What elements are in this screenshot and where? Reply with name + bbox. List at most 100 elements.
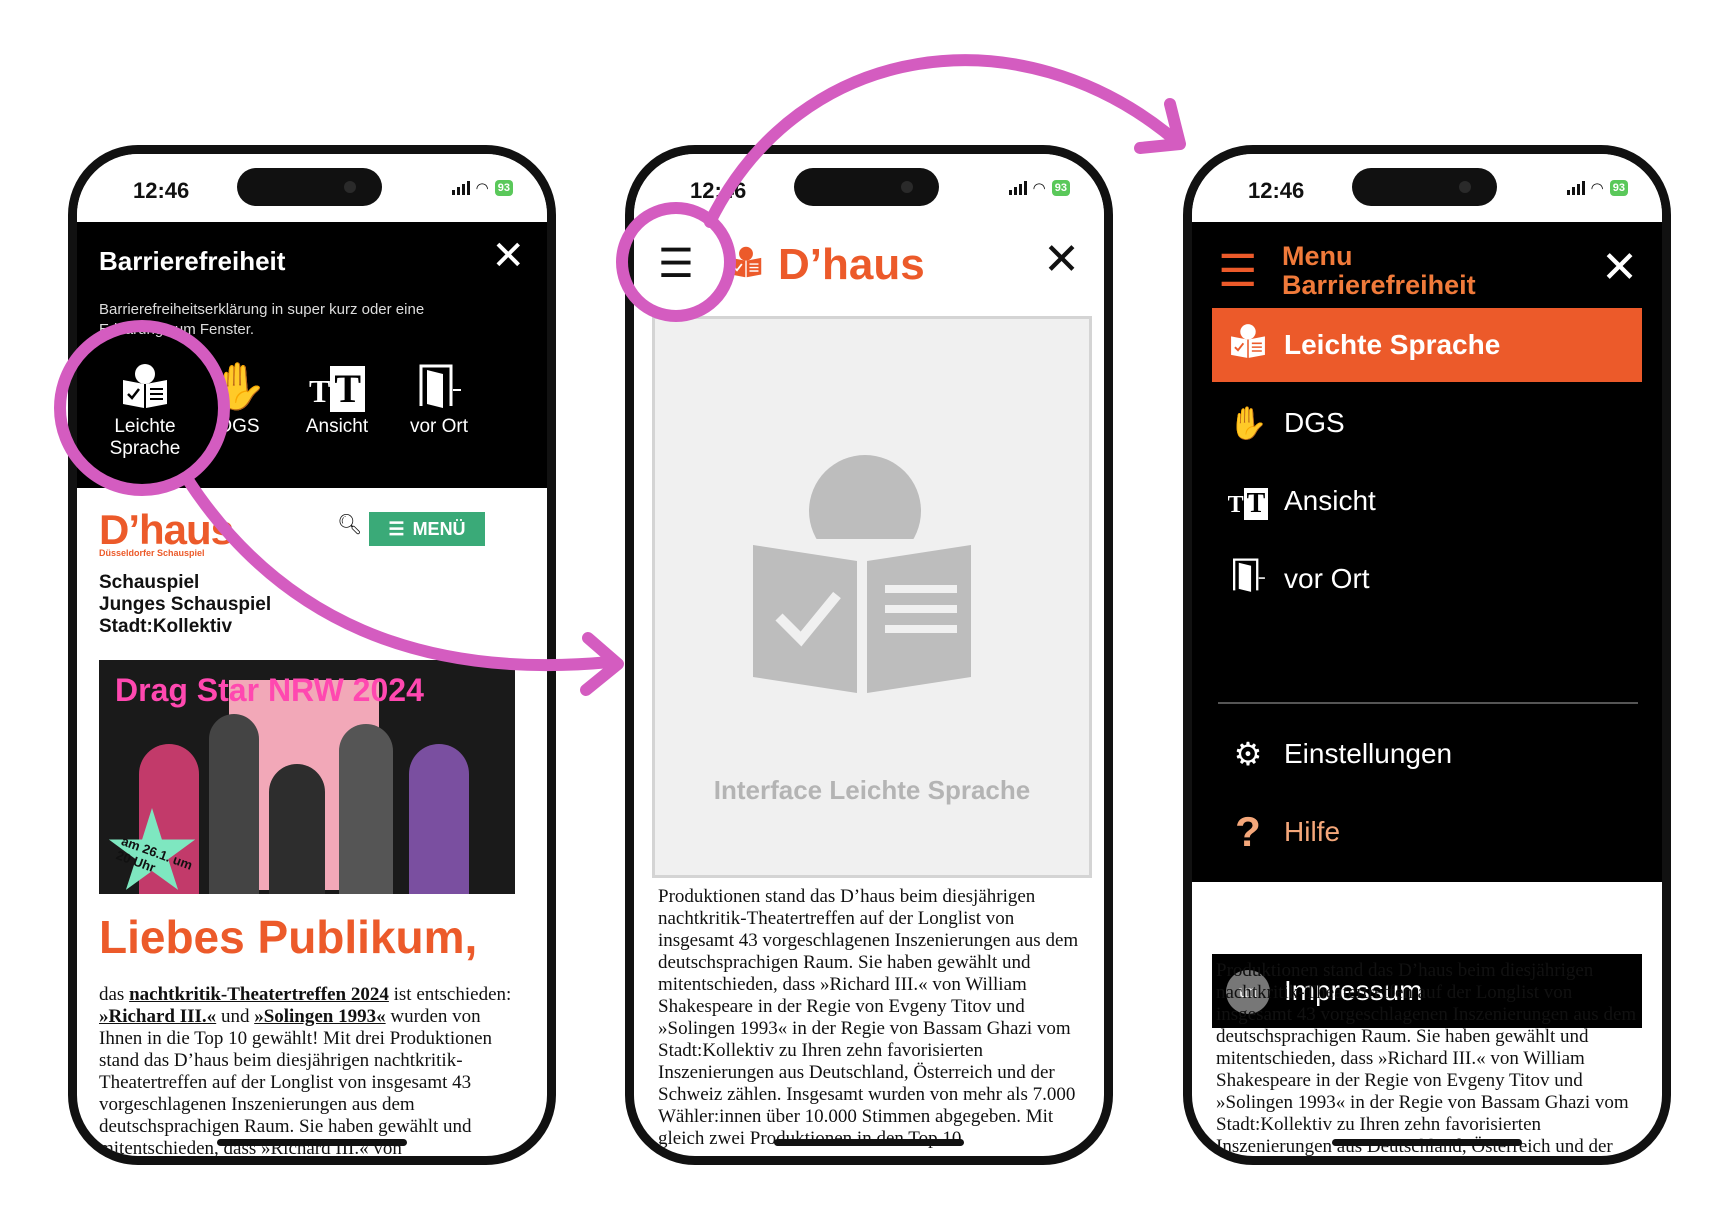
placeholder-caption: Interface Leichte Sprache — [713, 775, 1031, 805]
accessibility-menu: ☰ Menu Barrierefreiheit ✕ Leichte Sprach… — [1192, 222, 1662, 882]
easy-language-icon — [99, 360, 191, 416]
battery-icon: 93 — [1051, 180, 1070, 196]
panel-description: Barrierefreiheitserklärung in super kurz… — [99, 301, 425, 338]
phone-accessibility-menu: 12:46 ◠ 93 ☰ Menu Barrierefreiheit ✕ Lei… — [1183, 145, 1671, 1165]
close-icon[interactable]: ✕ — [1043, 238, 1080, 282]
text-size-icon: TT — [291, 360, 383, 416]
menu-item-label: DGS — [1284, 407, 1345, 438]
battery-icon: 93 — [494, 180, 513, 196]
menu-item-ansicht[interactable]: TT Ansicht — [1212, 464, 1642, 538]
menu-divider — [1218, 702, 1638, 704]
door-icon — [1212, 555, 1284, 603]
page-header: ☰ D’haus ✕ — [634, 222, 1104, 312]
battery-icon: 93 — [1609, 180, 1628, 196]
wifi-icon: ◠ — [475, 179, 489, 197]
close-icon[interactable]: ✕ — [491, 236, 525, 276]
dynamic-island — [794, 168, 939, 206]
link-solingen[interactable]: »Solingen 1993« — [254, 1006, 385, 1027]
easy-language-icon — [1212, 321, 1284, 369]
phone-accessibility-overlay: 12:46 ◠ 93 Barrierefreiheit ✕ Barrierefr… — [68, 145, 556, 1165]
leichte-sprache-placeholder: Interface Leichte Sprache — [652, 316, 1092, 878]
option-ansicht[interactable]: TT Ansicht — [291, 360, 383, 438]
easy-language-icon — [728, 244, 764, 289]
menu-button[interactable]: ☰ MENÜ — [369, 512, 485, 546]
option-label: Ansicht — [305, 416, 369, 437]
article-body: Produktionen stand das D’haus beim diesj… — [1216, 960, 1637, 1157]
sign-language-icon: ✋ — [210, 360, 268, 412]
menu-item-label: Hilfe — [1284, 816, 1341, 847]
link-nachtkritik[interactable]: nachtkritik-Theatertreffen 2024 — [129, 984, 389, 1005]
menu-item-hilfe[interactable]: ? Hilfe — [1212, 795, 1642, 869]
arrow-head — [580, 632, 624, 696]
menu-item-dgs[interactable]: ✋ DGS — [1212, 386, 1642, 460]
body-text: wurden von Ihnen in die Top 10 gewählt! … — [99, 1006, 493, 1159]
site-logo-subtitle: Düsseldorfer Schauspiel — [99, 548, 205, 558]
body-text: und — [216, 1006, 255, 1027]
status-bar: 12:46 ◠ 93 — [634, 154, 1104, 222]
link-richard[interactable]: »Richard III.« — [99, 1006, 216, 1027]
menu-item-label: vor Ort — [1284, 563, 1370, 594]
option-leichte-sprache[interactable]: Leichte Sprache — [99, 360, 191, 460]
menu-item-leichte-sprache[interactable]: Leichte Sprache — [1212, 308, 1642, 382]
panel-title: Barrierefreiheit — [99, 246, 286, 276]
performer-figure — [339, 724, 393, 894]
performer-figure — [269, 764, 325, 894]
headline: Liebes Publikum, — [99, 911, 478, 963]
site-logo[interactable]: D’haus — [99, 506, 234, 554]
door-icon — [393, 360, 485, 416]
accessibility-options: Leichte Sprache ✋ DGS TT Ansicht vor Ort — [77, 360, 547, 480]
option-label: DGS — [218, 416, 260, 437]
status-icons: ◠ 93 — [1566, 179, 1628, 197]
accessibility-panel: Barrierefreiheit ✕ Barrierefreiheitserkl… — [77, 222, 547, 488]
wifi-icon: ◠ — [1590, 179, 1604, 197]
menu-title-line2: Barrierefreiheit — [1282, 270, 1476, 300]
text-size-icon: TT — [1212, 483, 1284, 520]
search-icon[interactable]: 🔍︎ — [337, 512, 362, 537]
home-indicator — [774, 1139, 964, 1146]
home-indicator — [1332, 1139, 1522, 1146]
option-label: vor Ort — [409, 416, 469, 437]
menu-item-vor-ort[interactable]: vor Ort — [1212, 542, 1642, 616]
arrow-head — [1134, 98, 1186, 154]
status-icons: ◠ 93 — [451, 179, 513, 197]
gear-icon: ⚙ — [1233, 736, 1263, 772]
option-vor-ort[interactable]: vor Ort — [393, 360, 485, 438]
article-body: Produktionen stand das D’haus beim diesj… — [658, 886, 1079, 1149]
main-nav: Schauspiel Junges Schauspiel Stadt:Kolle… — [99, 572, 271, 638]
signal-icon — [451, 181, 470, 195]
dynamic-island — [1352, 168, 1497, 206]
performer-figure — [409, 744, 469, 894]
close-icon[interactable]: ✕ — [1601, 246, 1638, 290]
menu-item-einstellungen[interactable]: ⚙ Einstellungen — [1212, 717, 1642, 791]
hamburger-icon[interactable]: ☰ — [1218, 250, 1257, 294]
status-time: 12:46 — [690, 178, 747, 203]
phone-leichte-sprache: 12:46 ◠ 93 ☰ D’haus ✕ Interface Leichte … — [625, 145, 1113, 1165]
option-dgs[interactable]: ✋ DGS — [201, 360, 277, 438]
menu-item-label: Ansicht — [1284, 485, 1376, 516]
option-label-line2: Sprache — [109, 438, 181, 459]
status-time: 12:46 — [133, 178, 190, 203]
status-icons: ◠ 93 — [1008, 179, 1070, 197]
option-label-line1: Leichte — [114, 416, 176, 437]
nav-link-stadt-kollektiv[interactable]: Stadt:Kollektiv — [99, 616, 271, 638]
brand-title[interactable]: D’haus — [778, 240, 925, 290]
menu-item-label: Leichte Sprache — [1284, 329, 1501, 360]
menu-item-label: Einstellungen — [1284, 738, 1453, 769]
nav-link-schauspiel[interactable]: Schauspiel — [99, 572, 271, 594]
signal-icon — [1566, 181, 1585, 195]
body-text: ist entschieden: — [388, 984, 512, 1005]
home-indicator — [217, 1139, 407, 1146]
body-text: das — [99, 984, 130, 1005]
status-bar: 12:46 ◠ 93 — [77, 154, 547, 222]
status-time: 12:46 — [1248, 178, 1305, 203]
sign-language-icon: ✋ — [1228, 405, 1268, 441]
hero-image[interactable]: Drag Star NRW 2024 am 26.1. um 20 Uhr — [99, 660, 515, 894]
hamburger-icon: ☰ — [388, 518, 405, 539]
nav-link-junges-schauspiel[interactable]: Junges Schauspiel — [99, 594, 271, 616]
performer-figure — [209, 714, 259, 894]
easy-language-icon — [745, 455, 985, 693]
dynamic-island — [237, 168, 382, 206]
wifi-icon: ◠ — [1032, 179, 1046, 197]
hamburger-icon[interactable]: ☰ — [658, 244, 694, 284]
status-bar: 12:46 ◠ 93 — [1192, 154, 1662, 222]
